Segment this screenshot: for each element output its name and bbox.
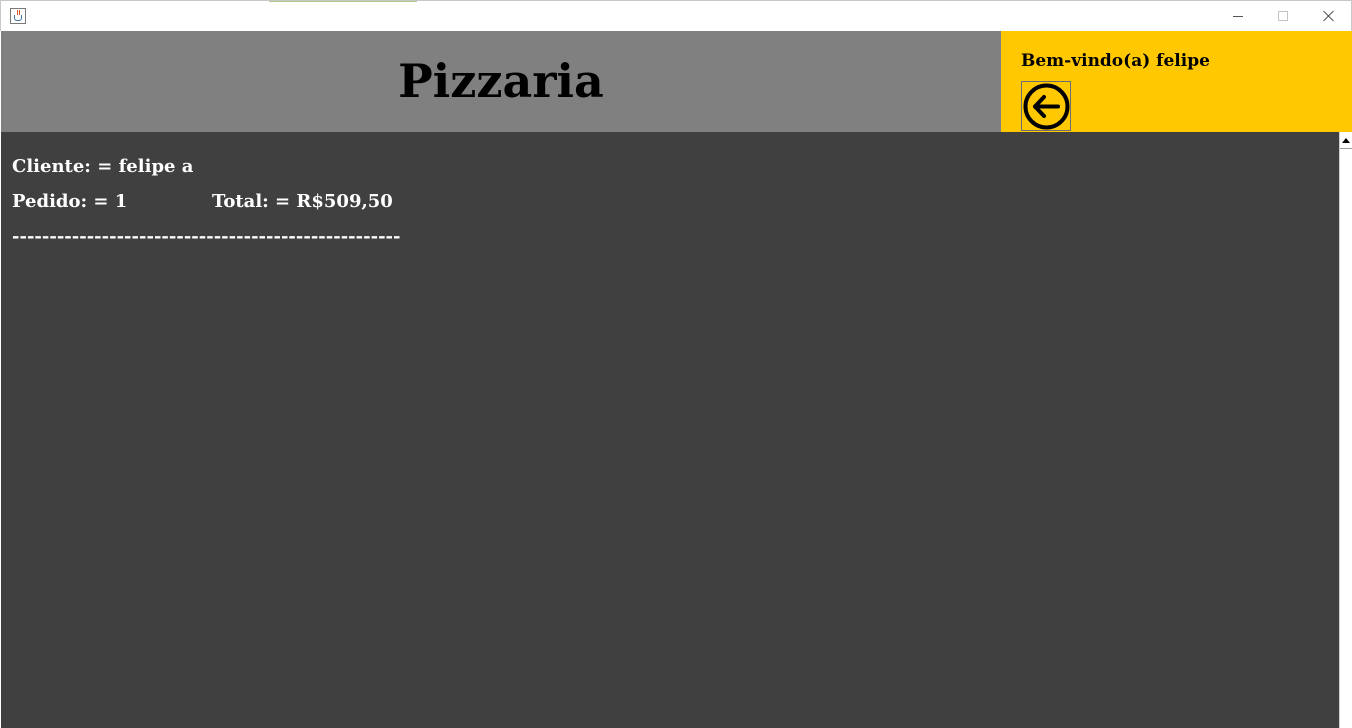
close-icon (1323, 10, 1335, 22)
scroll-up-button[interactable] (1340, 132, 1352, 149)
arrow-left-circle-icon (1023, 83, 1070, 130)
scroll-track[interactable] (1340, 150, 1352, 728)
maximize-button[interactable] (1260, 1, 1306, 31)
title-bar-accent (269, 1, 417, 2)
header-user-panel: Bem-vindo(a) felipe (1001, 31, 1352, 132)
separator-line: ----------------------------------------… (12, 226, 401, 247)
window-title-bar[interactable] (0, 0, 1352, 31)
java-cup-icon[interactable] (10, 8, 26, 24)
scroll-up-arrow-icon (1342, 137, 1350, 143)
vertical-scrollbar[interactable] (1339, 132, 1352, 728)
minimize-icon (1233, 15, 1243, 17)
maximize-icon (1278, 11, 1288, 21)
header-title-panel: Pizzaria (1, 31, 1001, 132)
total-label: Total: = R$509,50 (212, 191, 393, 212)
cliente-label: Cliente: = felipe a (12, 156, 194, 177)
page-title: Pizzaria (398, 54, 604, 108)
welcome-label: Bem-vindo(a) felipe (1021, 51, 1210, 71)
order-list-panel: Cliente: = felipe a Pedido: = 1 Total: =… (1, 132, 1339, 728)
back-button[interactable] (1021, 81, 1071, 131)
cup-mark (14, 15, 22, 21)
pedido-row: Pedido: = 1 Total: = R$509,50 (12, 191, 393, 212)
minimize-button[interactable] (1215, 1, 1261, 31)
pedido-label: Pedido: = 1 (12, 191, 128, 212)
close-button[interactable] (1306, 1, 1352, 31)
